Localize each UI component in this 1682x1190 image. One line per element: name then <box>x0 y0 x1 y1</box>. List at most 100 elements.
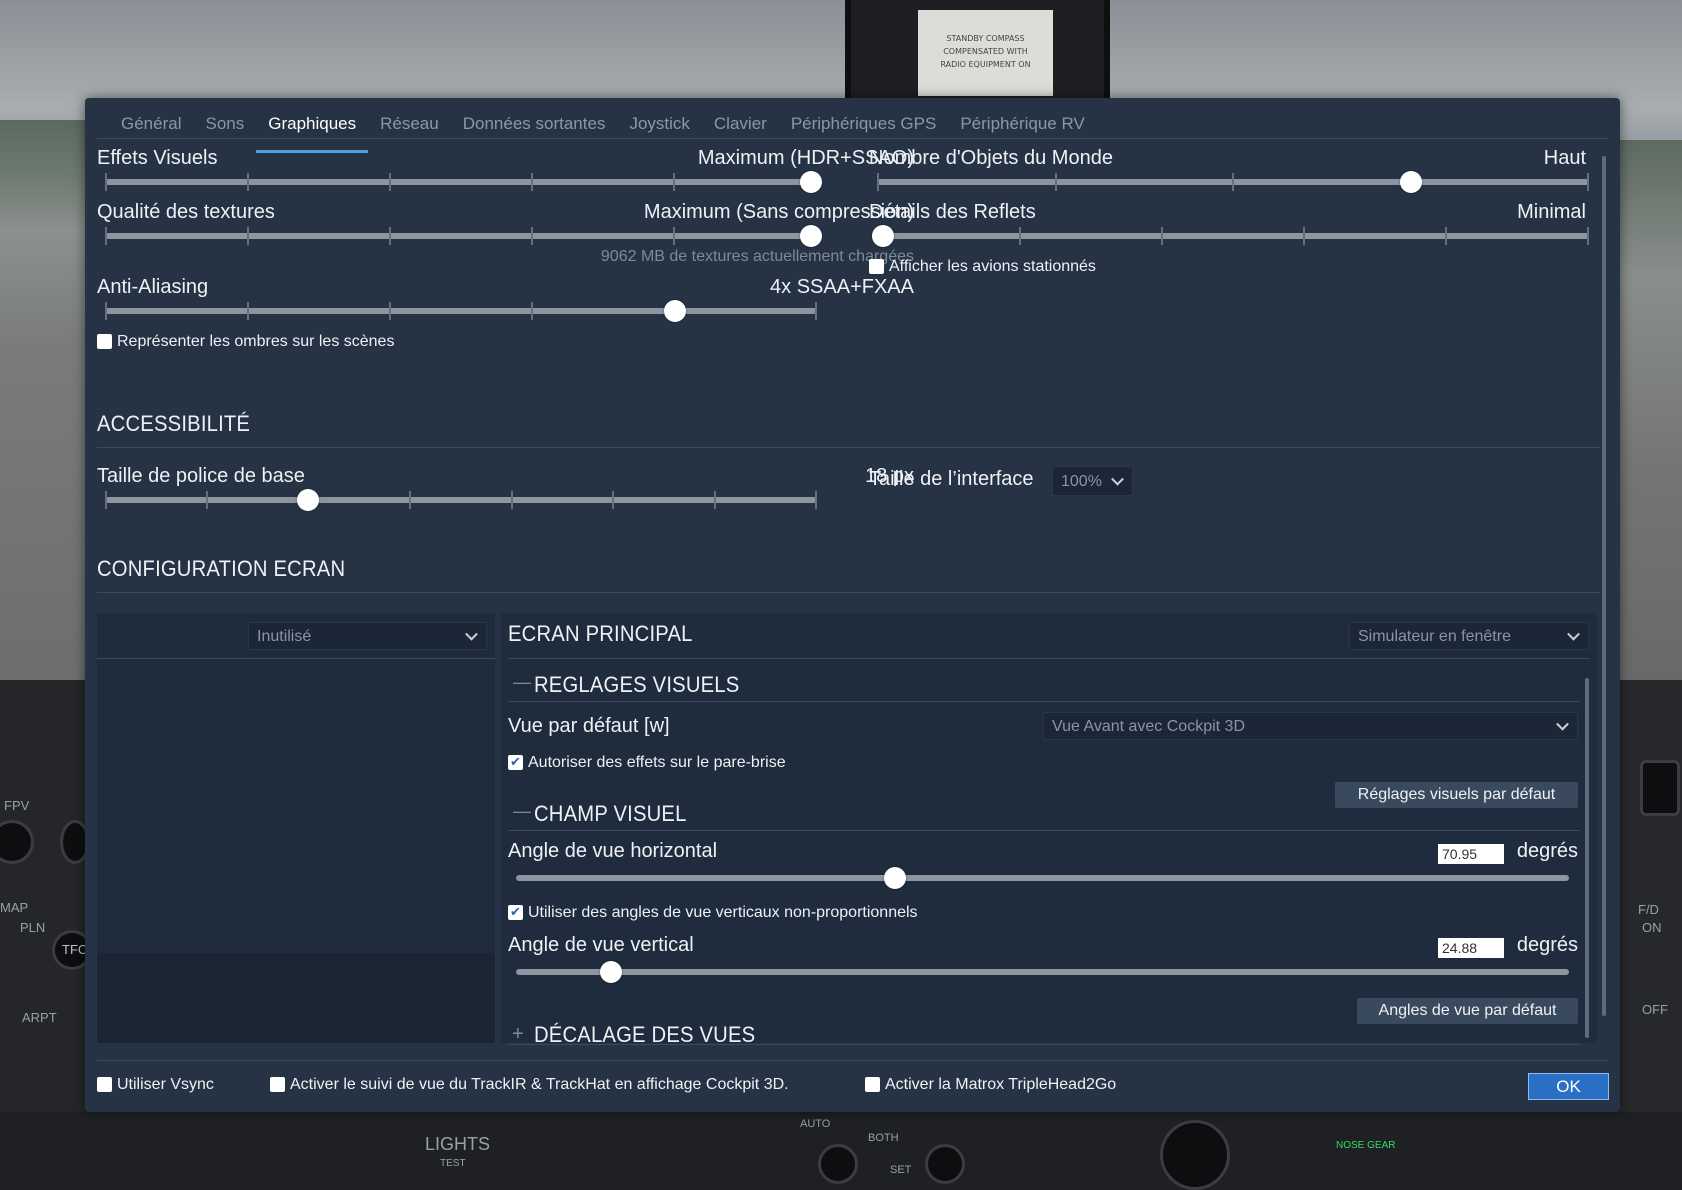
tab-graphics[interactable]: Graphiques <box>256 112 369 154</box>
anti-aliasing-value: 4x SSAA+FXAA <box>770 276 914 298</box>
slider-tick <box>673 227 675 245</box>
slider-knob[interactable] <box>663 300 686 322</box>
trackir-checkbox[interactable] <box>270 1077 285 1092</box>
font-size-slider[interactable] <box>105 489 817 511</box>
default-view-dropdown[interactable]: Vue Avant avec Cockpit 3D <box>1043 712 1578 740</box>
main-screen-title: ECRAN PRINCIPAL <box>508 621 693 646</box>
slider-tick <box>531 227 533 245</box>
slider-tick <box>1161 227 1163 245</box>
world-objects-value: Haut <box>1543 147 1586 169</box>
vsync-checkbox[interactable] <box>97 1077 112 1092</box>
scenery-left <box>0 120 85 680</box>
slider-track[interactable] <box>105 179 817 185</box>
anti-aliasing-label: Anti-Aliasing <box>97 276 209 298</box>
horizontal-fov-input[interactable]: 70.95 <box>1438 844 1504 864</box>
vertical-fov-slider[interactable] <box>516 961 1569 983</box>
panel-label-auto: AUTO <box>800 1118 831 1130</box>
texture-quality-slider[interactable] <box>105 225 822 247</box>
expand-icon[interactable]: + <box>512 1023 524 1046</box>
gauge-bottom <box>1160 1120 1230 1190</box>
windshield-effects-checkbox[interactable]: ✔ <box>508 755 523 770</box>
slider-tick <box>389 227 391 245</box>
reset-visual-settings-button[interactable]: Réglages visuels par défaut <box>1335 782 1578 808</box>
field-of-view-title[interactable]: CHAMP VISUEL <box>534 801 687 827</box>
default-view-label: Vue par défaut [w] <box>508 715 670 737</box>
visual-effects-label: Effets Visuels <box>97 147 218 169</box>
tab-underline <box>97 138 1608 139</box>
slider-track[interactable] <box>516 969 1569 975</box>
tab-joystick[interactable]: Joystick <box>617 112 701 154</box>
slider-knob[interactable] <box>599 961 622 983</box>
tab-network[interactable]: Réseau <box>368 112 451 154</box>
panel-label-off: OFF <box>1642 1002 1668 1017</box>
reflection-detail-slider[interactable] <box>872 225 1589 247</box>
slider-tick <box>1019 227 1021 245</box>
slider-tick <box>713 491 716 509</box>
visual-effects-slider[interactable] <box>105 171 822 193</box>
slider-track[interactable] <box>105 308 817 314</box>
slider-tick <box>105 491 107 509</box>
accessibility-title: ACCESSIBILITÉ <box>97 411 251 436</box>
parked-planes-checkbox-label: Afficher les avions stationnés <box>889 258 1096 275</box>
slider-tick <box>531 173 533 191</box>
knob-left <box>818 1144 858 1184</box>
font-size-label: Taille de police de base <box>97 465 305 487</box>
world-objects-label: Nombre d'Objets du Monde <box>869 147 1113 169</box>
slider-knob[interactable] <box>800 171 822 193</box>
slider-knob[interactable] <box>296 489 319 511</box>
panel-label-on: ON <box>1642 920 1662 935</box>
parked-planes-checkbox[interactable] <box>869 259 884 274</box>
collapse-icon[interactable]: — <box>513 801 531 822</box>
slider-tick <box>510 491 513 509</box>
panel-label-map: MAP <box>0 900 29 915</box>
chevron-down-icon <box>465 627 478 641</box>
monitor-usage-value: Inutilisé <box>257 628 312 645</box>
slider-track[interactable] <box>105 233 817 239</box>
gauge-fpv <box>0 820 34 864</box>
nonproportional-fov-checkbox[interactable]: ✔ <box>508 905 523 920</box>
tab-data-output[interactable]: Données sortantes <box>451 112 618 154</box>
slider-tick <box>1303 227 1305 245</box>
vertical-fov-input[interactable]: 24.88 <box>1438 938 1504 958</box>
vertical-fov-label: Angle de vue vertical <box>508 934 694 956</box>
slider-knob[interactable] <box>800 225 822 247</box>
tab-bar: Général Sons Graphiques Réseau Données s… <box>109 112 1097 153</box>
vertical-fov-unit: degrés <box>1516 934 1578 956</box>
world-objects-slider[interactable] <box>877 171 1589 193</box>
collapse-icon[interactable]: — <box>513 672 531 693</box>
scenery-right <box>1620 140 1682 680</box>
main-screen-scrollbar[interactable] <box>1585 678 1589 1038</box>
reset-fov-button[interactable]: Angles de vue par défaut <box>1357 998 1578 1024</box>
ok-button[interactable]: OK <box>1528 1073 1609 1100</box>
matrox-checkbox[interactable] <box>865 1077 880 1092</box>
slider-track[interactable] <box>105 497 817 503</box>
visual-settings-title[interactable]: REGLAGES VISUELS <box>534 672 739 698</box>
panel-label-fpv: FPV <box>4 798 30 813</box>
ui-size-dropdown[interactable]: 100% <box>1052 466 1133 496</box>
monitor-pane-divider <box>97 658 495 659</box>
slider-tick <box>815 302 817 320</box>
shadows-checkbox[interactable] <box>97 334 112 349</box>
slider-track[interactable] <box>516 875 1569 881</box>
slider-knob[interactable] <box>1400 171 1422 193</box>
monitor-usage-dropdown[interactable]: Inutilisé <box>248 622 487 650</box>
visual-settings-divider <box>508 701 1580 702</box>
monitor-pane-footer <box>97 953 495 1043</box>
screen-config-divider <box>97 592 1600 593</box>
horizontal-fov-slider[interactable] <box>516 867 1569 889</box>
window-mode-dropdown[interactable]: Simulateur en fenêtre <box>1349 622 1589 650</box>
dialog-scrollbar[interactable] <box>1602 156 1606 1016</box>
panel-label-both: BOTH <box>868 1132 899 1144</box>
anti-aliasing-slider[interactable] <box>105 300 817 322</box>
slider-knob[interactable] <box>884 867 907 889</box>
panel-label-arpt: ARPT <box>22 1010 57 1025</box>
panel-label-pln: PLN <box>20 920 46 935</box>
reflection-detail-value: Minimal <box>1517 201 1586 223</box>
slider-tick <box>1587 227 1589 245</box>
accessibility-divider <box>97 447 1600 448</box>
slider-tick <box>409 491 412 509</box>
slider-knob[interactable] <box>872 225 894 247</box>
slider-track[interactable] <box>877 233 1589 239</box>
panel-label-tfc: TFC <box>62 942 88 957</box>
slider-tick <box>247 302 249 320</box>
